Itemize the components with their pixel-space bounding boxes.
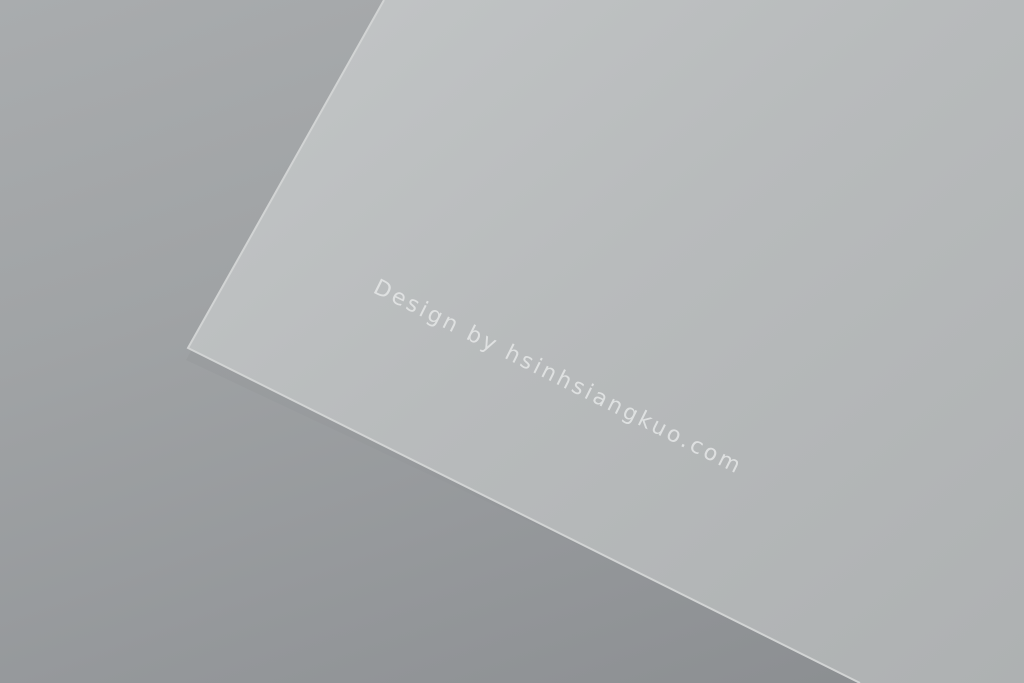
paper-illustration: Design by hsinhsiangkuo.com xyxy=(186,0,1024,683)
photo-scene: Design by hsinhsiangkuo.com xyxy=(0,0,1024,683)
paper-sheet xyxy=(188,0,1024,683)
